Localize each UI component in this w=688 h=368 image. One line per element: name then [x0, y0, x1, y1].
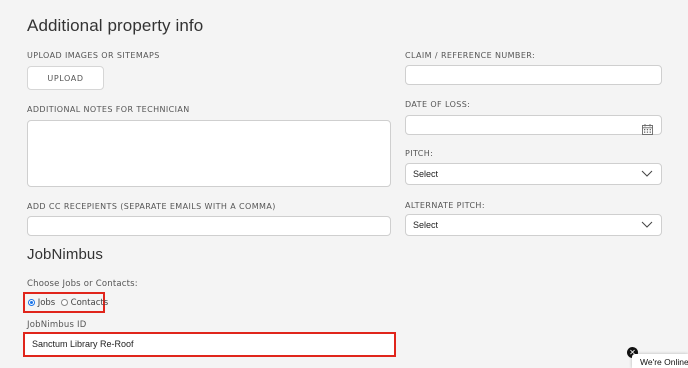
section-title: Additional property info — [27, 16, 204, 35]
pitch-label: PITCH: — [405, 149, 434, 158]
radio-jobs[interactable]: Jobs — [28, 298, 55, 308]
radio-button-icon[interactable] — [60, 299, 68, 306]
radio-group: Jobs Contacts — [28, 298, 108, 308]
cc-input[interactable] — [27, 216, 391, 236]
radio-contacts-label: Contacts — [70, 298, 109, 308]
chat-online-text: We're Online! — [640, 357, 688, 367]
jobnimbus-title: JobNimbus — [27, 246, 103, 263]
radio-jobs-label: Jobs — [37, 298, 56, 308]
radio-group-highlight: Jobs Contacts — [23, 292, 108, 313]
chevron-down-icon — [641, 169, 653, 179]
choose-label: Choose Jobs or Contacts: — [27, 279, 138, 289]
alt-pitch-select[interactable]: Select — [405, 214, 662, 236]
jobnimbus-id-label: JobNimbus ID — [27, 320, 87, 330]
chevron-down-icon — [641, 220, 653, 230]
cc-label: ADD CC RECEPIENTS (SEPARATE EMAILS WITH … — [27, 202, 276, 211]
jobnimbus-id-input[interactable]: Sanctum Library Re-Roof — [23, 332, 396, 357]
pitch-select-value: Select — [413, 169, 439, 179]
claim-input[interactable] — [405, 65, 662, 85]
upload-label: UPLOAD IMAGES OR SITEMAPS — [27, 51, 160, 60]
claim-label: CLAIM / REFERENCE NUMBER: — [405, 51, 536, 60]
loss-label: DATE OF LOSS: — [405, 100, 471, 109]
jobnimbus-id-value: Sanctum Library Re-Roof — [32, 339, 134, 349]
chat-widget[interactable]: We're Online! — [632, 354, 688, 368]
alt-pitch-label: ALTERNATE PITCH: — [405, 201, 485, 210]
date-of-loss-input[interactable] — [405, 115, 662, 135]
notes-textarea[interactable] — [27, 120, 391, 187]
notes-label: ADDITIONAL NOTES FOR TECHNICIAN — [27, 105, 190, 114]
radio-contacts[interactable]: Contacts — [60, 298, 109, 308]
alt-pitch-select-value: Select — [413, 220, 439, 230]
upload-button[interactable]: UPLOAD — [27, 66, 104, 90]
calendar-icon[interactable] — [642, 120, 653, 139]
radio-button-icon[interactable] — [28, 299, 35, 306]
pitch-select[interactable]: Select — [405, 163, 662, 185]
